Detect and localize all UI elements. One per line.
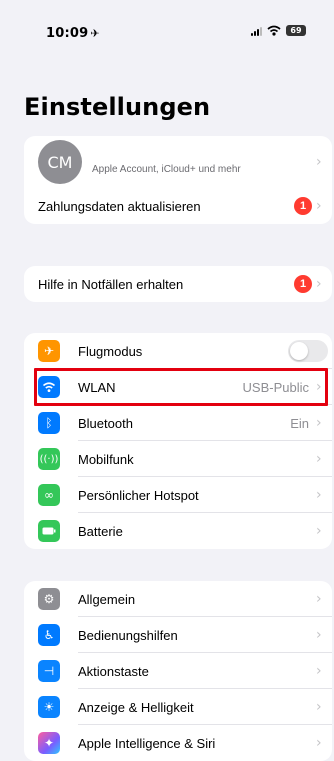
chevron-right-icon: ›: [316, 627, 322, 643]
row-label: Bluetooth: [78, 415, 133, 431]
row-label: Aktionstaste: [78, 663, 149, 679]
chevron-right-icon: ›: [316, 591, 322, 607]
wlan-highlight-box: [34, 368, 328, 406]
emergency-group: Hilfe in Notfällen erhalten 1 ›: [24, 266, 332, 302]
notification-badge: 1: [294, 197, 312, 215]
settings-row-allgemein[interactable]: ⚙ Allgemein ›: [24, 581, 332, 617]
row-value: Ein: [290, 415, 309, 431]
row-label: Persönlicher Hotspot: [78, 487, 199, 503]
chevron-right-icon: ›: [316, 154, 322, 170]
chevron-right-icon: ›: [316, 699, 322, 715]
sun-icon: ☀: [38, 696, 60, 718]
page-title: Einstellungen: [24, 93, 211, 121]
connectivity-group: ✈ Flugmodus WLAN USB-Public › ᛒ Bluetoot…: [24, 333, 332, 549]
account-group: CM Apple Account, iCloud+ und mehr › Zah…: [24, 136, 332, 224]
payment-update-row[interactable]: Zahlungsdaten aktualisieren 1 ›: [24, 188, 332, 224]
account-subtitle: Apple Account, iCloud+ und mehr: [92, 163, 241, 175]
settings-row-hotspot[interactable]: ∞ Persönlicher Hotspot ›: [24, 477, 332, 513]
emergency-help-label: Hilfe in Notfällen erhalten: [38, 276, 184, 292]
settings-row-anzeige[interactable]: ☀ Anzeige & Helligkeit ›: [24, 689, 332, 725]
status-bar: 10:09 ✈ 69: [0, 0, 334, 60]
settings-row-mobilfunk[interactable]: ((·)) Mobilfunk ›: [24, 441, 332, 477]
apple-account-row[interactable]: CM Apple Account, iCloud+ und mehr ›: [24, 136, 332, 188]
bluetooth-icon: ᛒ: [38, 412, 60, 434]
chevron-right-icon: ›: [316, 415, 322, 431]
row-label: Allgemein: [78, 591, 136, 607]
chevron-right-icon: ›: [316, 198, 322, 214]
chevron-right-icon: ›: [316, 451, 322, 467]
cellular-signal-icon: [251, 26, 262, 36]
chevron-right-icon: ›: [316, 487, 322, 503]
avatar: CM: [38, 140, 82, 184]
settings-row-bedienungshilfen[interactable]: ♿ Bedienungshilfen ›: [24, 617, 332, 653]
emergency-help-row[interactable]: Hilfe in Notfällen erhalten 1 ›: [24, 266, 332, 302]
action-button-icon: ⊣: [38, 660, 60, 682]
status-icons: 69: [251, 25, 306, 36]
accessibility-icon: ♿: [38, 624, 60, 646]
chevron-right-icon: ›: [316, 523, 322, 539]
battery-icon: [38, 520, 60, 542]
row-label: Mobilfunk: [78, 451, 134, 467]
settings-row-batterie[interactable]: Batterie ›: [24, 513, 332, 549]
status-time: 10:09 ✈: [46, 26, 100, 41]
battery-status-icon: 69: [286, 25, 306, 36]
chevron-right-icon: ›: [316, 276, 322, 292]
chevron-right-icon: ›: [316, 663, 322, 679]
settings-row-aktionstaste[interactable]: ⊣ Aktionstaste ›: [24, 653, 332, 689]
row-label: Batterie: [78, 523, 123, 539]
payment-update-label: Zahlungsdaten aktualisieren: [38, 198, 201, 214]
settings-row-siri[interactable]: ✦ Apple Intelligence & Siri ›: [24, 725, 332, 761]
hotspot-icon: ∞: [38, 484, 60, 506]
antenna-icon: ((·)): [38, 448, 60, 470]
general-group: ⚙ Allgemein › ♿ Bedienungshilfen › ⊣ Akt…: [24, 581, 332, 761]
gear-icon: ⚙: [38, 588, 60, 610]
row-label: Flugmodus: [78, 343, 143, 359]
settings-row-flugmodus[interactable]: ✈ Flugmodus: [24, 333, 332, 369]
row-label: Apple Intelligence & Siri: [78, 735, 216, 751]
chevron-right-icon: ›: [316, 735, 322, 751]
airplane-icon: ✈: [38, 340, 60, 362]
focus-icon: ✈: [90, 27, 100, 40]
airplane-mode-toggle[interactable]: [288, 340, 328, 362]
row-label: Anzeige & Helligkeit: [78, 699, 194, 715]
wifi-status-icon: [267, 25, 281, 36]
settings-row-bluetooth[interactable]: ᛒ Bluetooth Ein ›: [24, 405, 332, 441]
row-label: Bedienungshilfen: [78, 627, 178, 643]
notification-badge: 1: [294, 275, 312, 293]
